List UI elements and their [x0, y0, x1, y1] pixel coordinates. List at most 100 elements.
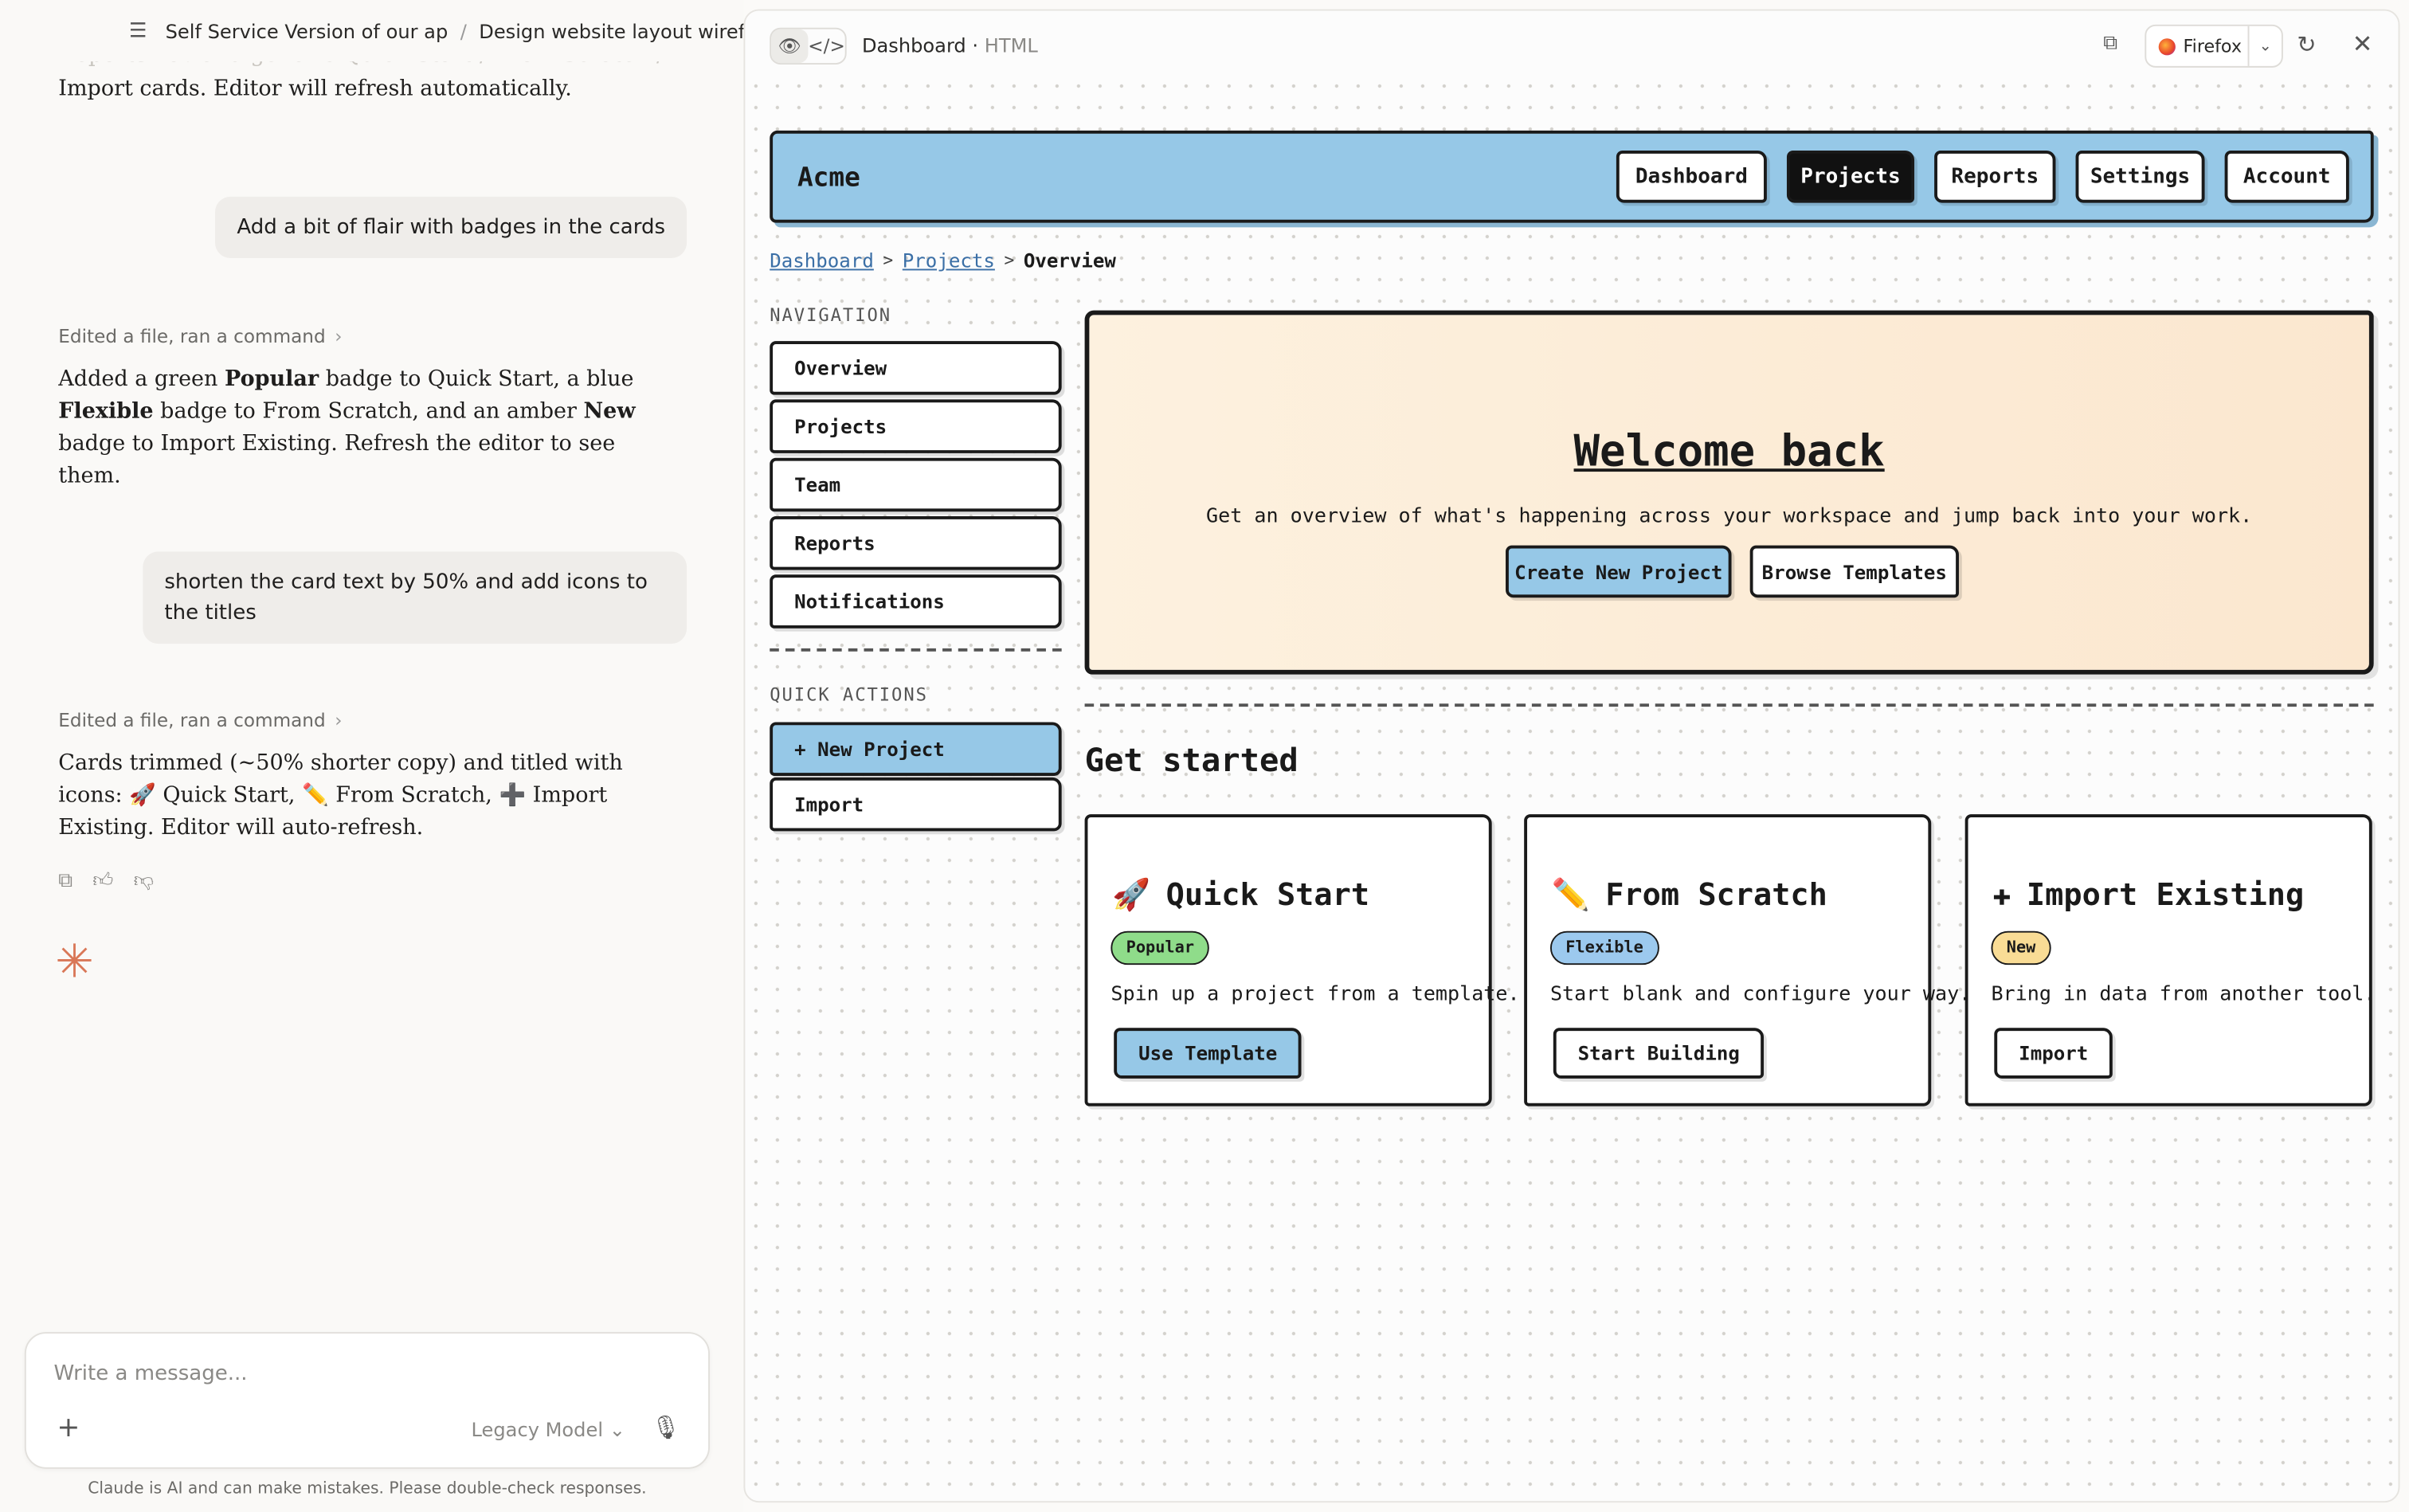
- user-message: Add a bit of flair with badges in the ca…: [215, 196, 687, 259]
- rocket-icon: 🚀: [1112, 875, 1151, 913]
- badge-flexible: Flexible: [1549, 930, 1659, 966]
- message-composer: + Legacy Model ⌄ 🎙︎: [24, 1332, 711, 1469]
- preview-title-text: Dashboard: [861, 33, 966, 57]
- chevron-right-icon: ›: [335, 710, 343, 732]
- start-building-button[interactable]: Start Building: [1553, 1028, 1765, 1079]
- sidebar-nav-label: NAVIGATION: [770, 304, 892, 326]
- assistant-message-intro: Import cards. Editor will refresh automa…: [58, 76, 572, 102]
- nav-dashboard[interactable]: Dashboard: [1616, 151, 1767, 203]
- site-header: Acme Dashboard Projects Reports Settings…: [770, 130, 2374, 223]
- chevron-down-icon[interactable]: ⌄: [2247, 25, 2282, 66]
- reply-text: badge to From Scratch, and an amber: [153, 399, 584, 425]
- microphone-icon[interactable]: 🎙︎: [652, 1413, 681, 1441]
- close-icon[interactable]: ✕: [2352, 29, 2373, 59]
- new-project-button[interactable]: + New Project: [770, 722, 1062, 776]
- sidebar-item-reports[interactable]: Reports: [770, 516, 1062, 570]
- badge-popular: Popular: [1110, 930, 1210, 966]
- card-text: Spin up a project from a template.: [1110, 983, 1520, 1007]
- plus-icon[interactable]: +: [57, 1412, 80, 1444]
- card-title: ✏️ From Scratch: [1552, 875, 1827, 912]
- use-template-button[interactable]: Use Template: [1114, 1028, 1302, 1079]
- reply-text: badge to Quick Start, a blue: [319, 366, 634, 392]
- import-button[interactable]: Import: [770, 777, 1062, 832]
- card-title: 🚀 Quick Start: [1112, 875, 1369, 912]
- code-icon[interactable]: </>: [808, 29, 845, 63]
- reply-bold: Flexible: [58, 399, 154, 425]
- breadcrumb-current: Overview: [1023, 249, 1116, 272]
- menu-icon[interactable]: ☰: [129, 19, 147, 42]
- preview-title: Dashboard · HTML: [861, 33, 1038, 57]
- nav-reports[interactable]: Reports: [1934, 151, 2056, 203]
- sidebar-divider: [770, 648, 1062, 652]
- model-selector[interactable]: Legacy Model ⌄: [472, 1418, 625, 1441]
- thumbs-up-icon[interactable]: 👍︎: [92, 870, 113, 893]
- copy-icon[interactable]: ⧉: [58, 870, 72, 893]
- plus-icon: ✚: [1992, 875, 2011, 913]
- message-input[interactable]: [53, 1361, 668, 1386]
- browser-label: Firefox: [2183, 35, 2242, 57]
- card-text: Start blank and configure your way.: [1549, 983, 1972, 1007]
- breadcrumb-separator: /: [460, 19, 467, 43]
- import-button[interactable]: Import: [1994, 1028, 2113, 1079]
- reply-text: Added a green: [58, 366, 225, 392]
- site-breadcrumb: Dashboard > Projects > Overview: [770, 249, 1116, 272]
- create-new-project-button[interactable]: Create New Project: [1506, 545, 1732, 598]
- sidebar-item-team[interactable]: Team: [770, 457, 1062, 512]
- model-label: Legacy Model: [471, 1418, 604, 1442]
- card-quick-start: 🚀 Quick Start Popular Spin up a project …: [1084, 814, 1520, 1107]
- chevron-right-icon: ›: [335, 325, 343, 347]
- sidebar-item-projects[interactable]: Projects: [770, 399, 1062, 453]
- nav-projects[interactable]: Projects: [1786, 151, 1915, 203]
- card-import-existing: ✚ Import Existing New Bring in data from…: [1964, 814, 2376, 1107]
- eye-icon[interactable]: 👁︎: [771, 29, 809, 64]
- hero-title: Welcome back: [1573, 425, 1885, 476]
- chevron-right-icon: >: [1004, 250, 1015, 271]
- assistant-message: Cards trimmed (~50% shorter copy) and ti…: [58, 751, 623, 840]
- breadcrumb-projects[interactable]: Projects: [903, 249, 995, 272]
- sidebar-actions-label: QUICK ACTIONS: [770, 684, 928, 706]
- tool-summary-label: Edited a file, ran a command: [58, 325, 326, 347]
- welcome-hero: Welcome back Get an overview of what's h…: [1084, 310, 2374, 675]
- message-actions: ⧉ 👍︎ 👎︎: [58, 870, 154, 893]
- claude-spark-icon: ✳: [55, 935, 94, 990]
- breadcrumb-project[interactable]: Self Service Version of our ap: [166, 19, 449, 42]
- nav-account[interactable]: Account: [2224, 151, 2349, 203]
- card-title: ✚ Import Existing: [1992, 875, 2304, 912]
- firefox-icon: [2158, 37, 2176, 55]
- chevron-down-icon: ⌄: [609, 1418, 625, 1442]
- breadcrumb-dashboard[interactable]: Dashboard: [770, 249, 874, 272]
- chat-pane: Reports nav and generic Quick Start / Fr…: [0, 0, 744, 1512]
- card-title-text: From Scratch: [1605, 875, 1827, 913]
- copy-icon[interactable]: ⧉: [2103, 33, 2117, 56]
- tool-summary[interactable]: Edited a file, ran a command ›: [58, 710, 342, 731]
- hero-text: Get an overview of what's happening acro…: [1206, 505, 2253, 529]
- reply-bold: Popular: [225, 366, 319, 392]
- tool-summary[interactable]: Edited a file, ran a command ›: [58, 326, 342, 347]
- nav-settings[interactable]: Settings: [2075, 151, 2205, 203]
- site-brand[interactable]: Acme: [797, 163, 860, 194]
- user-message: shorten the card text by 50% and add ico…: [143, 551, 687, 644]
- sidebar-item-notifications[interactable]: Notifications: [770, 574, 1062, 629]
- artifact-preview: 👁︎ </> Dashboard · HTML ⧉ Firefox ⌄ ↻ ✕ …: [743, 9, 2400, 1503]
- disclaimer: Claude is AI and can make mistakes. Plea…: [88, 1479, 647, 1498]
- refresh-icon[interactable]: ↻: [2297, 31, 2316, 59]
- tool-summary-label: Edited a file, ran a command: [58, 710, 326, 732]
- chat-topbar: ☰ Self Service Version of our ap / Desig…: [0, 0, 744, 62]
- card-title-text: Quick Start: [1165, 875, 1370, 913]
- assistant-message: Added a green Popular badge to Quick Sta…: [58, 364, 657, 493]
- reply-text: badge to Import Existing. Refresh the ed…: [58, 431, 616, 489]
- chevron-right-icon: >: [883, 250, 894, 271]
- breadcrumb-page[interactable]: Design website layout wireframe: [479, 19, 743, 42]
- content-divider: [1084, 703, 2374, 707]
- card-title-text: Import Existing: [2026, 875, 2305, 913]
- view-toggle: 👁︎ </>: [770, 27, 847, 65]
- preview-toolbar: 👁︎ </> Dashboard · HTML ⧉ Firefox ⌄ ↻ ✕: [745, 10, 2399, 82]
- thumbs-down-icon[interactable]: 👎︎: [134, 870, 154, 893]
- reply-bold: New: [583, 399, 636, 425]
- preview-subtitle: HTML: [984, 33, 1038, 57]
- card-text: Bring in data from another tool.: [1991, 983, 2376, 1007]
- sidebar-item-overview[interactable]: Overview: [770, 341, 1062, 395]
- browser-selector[interactable]: Firefox ⌄: [2145, 24, 2283, 68]
- badge-new: New: [1991, 930, 2051, 966]
- browse-templates-button[interactable]: Browse Templates: [1749, 545, 1959, 598]
